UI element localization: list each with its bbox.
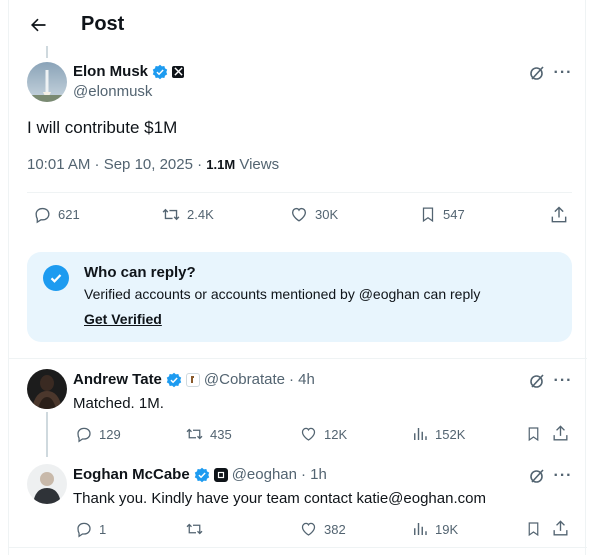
divider	[27, 192, 572, 193]
grok-icon	[530, 66, 544, 80]
reply-restriction-box: Who can reply? Verified accounts or acco…	[27, 252, 572, 342]
reply-text: Matched. 1M.	[73, 395, 164, 412]
more-button[interactable]: ···	[552, 466, 574, 486]
reply-count: 1	[99, 521, 107, 537]
more-icon: ···	[553, 64, 573, 81]
affiliate-badge-icon[interactable]	[213, 467, 228, 482]
bookmark-icon	[422, 207, 434, 223]
reply-text: Thank you. Kindly have your team contact…	[73, 490, 486, 507]
verified-badge-icon	[152, 64, 168, 79]
share-icon	[551, 206, 567, 223]
post-text: I will contribute $1M	[27, 118, 178, 137]
grok-button[interactable]	[527, 466, 547, 486]
like-count: 12K	[324, 426, 348, 442]
views-count: 152K	[435, 426, 466, 442]
views-button[interactable]: 152K	[411, 425, 465, 443]
thread-line-top	[46, 46, 48, 58]
more-icon: ···	[553, 467, 573, 484]
reply-button[interactable]: 1	[75, 520, 106, 538]
reply-author-handle[interactable]: @Cobratate	[204, 371, 285, 388]
get-verified-link[interactable]: Get Verified	[84, 311, 162, 327]
avatar[interactable]	[27, 369, 67, 409]
bookmark-count: 547	[443, 207, 465, 222]
views-label: Views	[235, 156, 280, 173]
repost-icon	[186, 523, 203, 535]
reply-time[interactable]: · 1h	[301, 466, 327, 483]
more-button[interactable]: ···	[552, 371, 574, 391]
check-badge-icon	[43, 265, 69, 291]
divider	[9, 547, 587, 548]
avatar[interactable]	[27, 62, 67, 102]
reply-count: 129	[99, 426, 121, 442]
views-icon	[414, 523, 427, 535]
like-count: 382	[324, 521, 346, 537]
share-icon	[553, 425, 568, 441]
bookmark-button[interactable]	[525, 425, 542, 443]
reply-icon	[35, 207, 50, 224]
page-title: Post	[81, 13, 125, 35]
grok-button[interactable]	[527, 371, 547, 391]
reply-author-name[interactable]: Andrew Tate	[73, 371, 162, 388]
reply-count: 621	[58, 207, 80, 222]
repost-icon	[162, 208, 180, 221]
post-page: Post Elon Musk @elonmusk ··· I will cont…	[8, 0, 587, 555]
divider	[9, 358, 587, 359]
like-button[interactable]: 382	[299, 520, 346, 538]
reply-icon	[77, 522, 91, 538]
reply-button[interactable]: 129	[75, 425, 121, 443]
share-button[interactable]	[551, 519, 570, 538]
author-name[interactable]: Elon Musk	[73, 63, 148, 80]
repost-button[interactable]: 2.4K	[161, 205, 214, 224]
reply-author-row: Eoghan McCabe @eoghan · 1h	[73, 466, 327, 483]
views-count: 1.1M	[206, 157, 236, 172]
like-icon	[301, 427, 316, 441]
reply-author-row: Andrew Tate @Cobratate · 4h	[73, 371, 315, 388]
reply-author-name[interactable]: Eoghan McCabe	[73, 466, 190, 483]
bookmark-button[interactable]	[525, 520, 542, 538]
share-icon	[553, 520, 568, 536]
reply-restriction-title: Who can reply?	[84, 264, 196, 281]
repost-button[interactable]	[185, 520, 210, 538]
like-icon	[291, 207, 307, 222]
reply-icon	[77, 427, 91, 443]
like-icon	[301, 522, 316, 536]
like-count: 30K	[315, 207, 339, 222]
author-handle[interactable]: @elonmusk	[73, 83, 152, 100]
repost-icon	[186, 428, 203, 440]
like-button[interactable]: 30K	[289, 205, 338, 224]
bookmark-button[interactable]: 547	[419, 205, 465, 224]
repost-count: 2.4K	[187, 207, 214, 222]
avatar[interactable]	[27, 464, 67, 504]
bookmark-icon	[528, 427, 539, 442]
repost-button[interactable]: 435	[185, 425, 232, 443]
post-timestamp[interactable]: 10:01 AM · Sep 10, 2025 ·	[27, 156, 206, 173]
bookmark-icon	[528, 522, 539, 537]
like-button[interactable]: 12K	[299, 425, 347, 443]
thread-line	[46, 412, 48, 457]
repost-count: 435	[210, 426, 232, 442]
reply-restriction-description: Verified accounts or accounts mentioned …	[84, 286, 481, 302]
back-button[interactable]	[25, 12, 51, 38]
more-button[interactable]: ···	[552, 63, 574, 83]
share-button[interactable]	[549, 205, 569, 225]
grok-icon	[530, 374, 544, 388]
post-meta: 10:01 AM · Sep 10, 2025 · 1.1M Views	[27, 156, 279, 173]
grok-icon	[530, 469, 544, 483]
views-icon	[414, 428, 427, 440]
share-button[interactable]	[551, 424, 570, 443]
views-button[interactable]: 19K	[411, 520, 458, 538]
views-count: 19K	[435, 521, 459, 537]
reply-time[interactable]: · 4h	[289, 371, 315, 388]
reply-button[interactable]: 621	[33, 205, 80, 224]
affiliate-badge-icon[interactable]	[185, 372, 200, 387]
x-affiliate-icon[interactable]	[172, 65, 185, 78]
top-bar: Post	[9, 0, 587, 52]
more-icon: ···	[553, 372, 573, 389]
back-arrow-icon	[31, 18, 46, 32]
verified-badge-icon	[166, 372, 182, 387]
reply-author-handle[interactable]: @eoghan	[232, 466, 297, 483]
grok-button[interactable]	[527, 63, 547, 83]
author-name-row: Elon Musk	[73, 63, 185, 80]
verified-badge-icon	[194, 467, 209, 482]
